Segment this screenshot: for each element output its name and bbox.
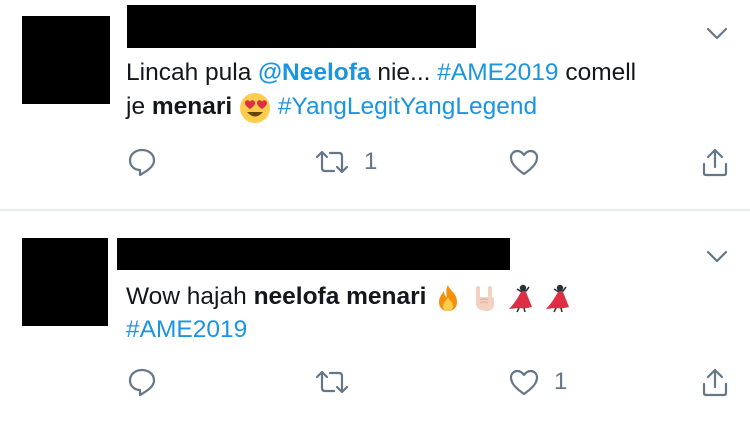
share-button[interactable]	[700, 366, 730, 398]
tweet-text: je	[126, 93, 152, 120]
retweet-icon	[315, 150, 349, 174]
avatar-redacted[interactable]	[22, 238, 108, 326]
share-button[interactable]	[700, 146, 730, 178]
hashtag-link[interactable]: #YangLegitYangLegend	[278, 93, 537, 120]
tweet-text-line: Lincah pula @Neelofa nie... #AME2019 com…	[126, 57, 636, 89]
reply-icon	[128, 368, 156, 397]
rock-on-hand-emoji	[476, 285, 495, 311]
retweet-button[interactable]	[314, 366, 364, 398]
retweet-count: 1	[364, 148, 378, 175]
fire-emoji	[439, 284, 458, 311]
hashtag-link[interactable]: #AME2019	[126, 316, 247, 343]
chevron-down-icon[interactable]	[706, 250, 728, 264]
hashtag-link[interactable]: #AME2019	[437, 59, 558, 86]
heart-eyes-emoji	[240, 92, 271, 123]
reply-button[interactable]	[127, 146, 157, 178]
tweet-text-line: je menari #YangLegitYangLegend	[126, 91, 537, 124]
username-redacted[interactable]	[117, 238, 510, 270]
tweet-text-line: #AME2019	[126, 314, 247, 346]
tweet-text: nie...	[370, 59, 438, 86]
tweet-text-bold: menari	[151, 93, 233, 120]
tweet-text-line: Wow hajah neelofa menari	[126, 281, 572, 313]
tweet-text: comell	[558, 59, 637, 86]
tweet-text: Wow hajah	[126, 283, 254, 310]
mention-link[interactable]: @Neelofa	[258, 59, 370, 86]
tweet-text: Lincah pula	[126, 59, 259, 86]
dancer-emoji	[545, 284, 569, 312]
heart-icon	[509, 149, 539, 176]
share-icon	[702, 148, 728, 177]
heart-icon	[509, 369, 539, 396]
avatar-redacted[interactable]	[22, 16, 110, 104]
username-redacted[interactable]	[127, 5, 476, 48]
tweet-text-bold: neelofa menari	[253, 283, 427, 310]
like-count: 1	[554, 368, 568, 395]
reply-icon	[128, 148, 156, 177]
chevron-down-icon[interactable]	[706, 27, 728, 41]
tweet[interactable]: Lincah pula @Neelofa nie... #AME2019 com…	[0, 0, 750, 210]
dancer-emoji	[508, 284, 532, 312]
tweet[interactable]: Wow hajah neelofa menari #AME2019 1	[0, 212, 750, 421]
divider	[0, 209, 750, 211]
share-icon	[702, 368, 728, 397]
like-button[interactable]: 1	[508, 366, 567, 398]
retweet-icon	[315, 370, 349, 394]
reply-button[interactable]	[127, 366, 157, 398]
retweet-button[interactable]: 1	[314, 146, 377, 178]
like-button[interactable]	[508, 146, 554, 178]
